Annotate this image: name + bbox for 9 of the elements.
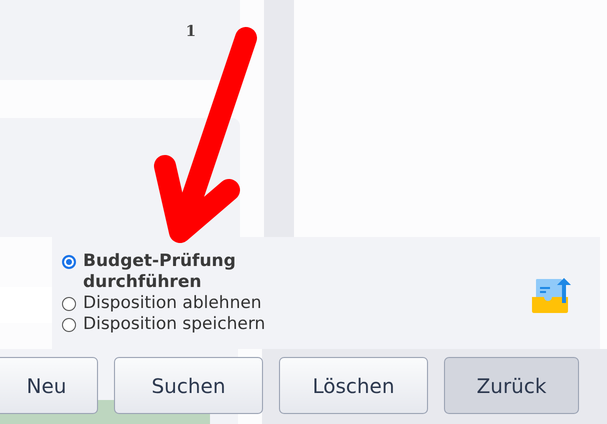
action-button[interactable]: Löschen (279, 357, 428, 414)
radio-option[interactable]: Disposition speichern (62, 314, 288, 335)
action-button[interactable]: Suchen (114, 357, 263, 414)
action-button[interactable]: Zurück (444, 357, 579, 414)
page-number: 1 (186, 22, 196, 40)
radio-option[interactable]: Budget-Prüfung durchführen (62, 251, 288, 293)
inbox-upload-icon (532, 277, 572, 313)
radio-option[interactable]: Disposition ablehnen (62, 293, 288, 314)
action-button[interactable]: Neu (0, 357, 98, 414)
